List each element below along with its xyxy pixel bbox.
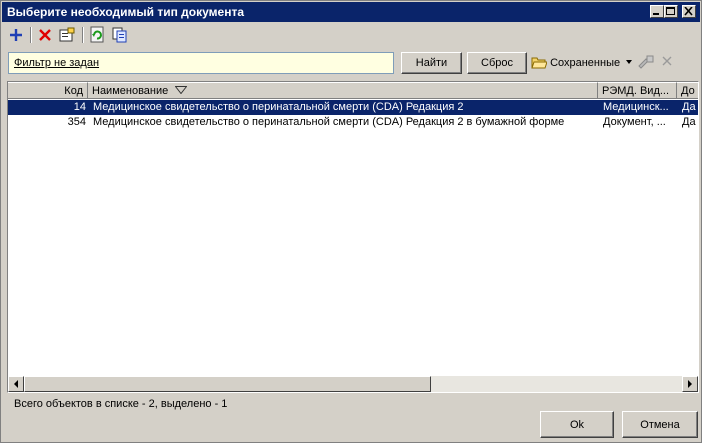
column-header-code-label: Код [64, 85, 83, 97]
arrow-right-icon [688, 380, 692, 388]
column-header-remd[interactable]: РЭМД. Вид... [598, 82, 677, 99]
column-header-name[interactable]: Наименование [88, 82, 598, 99]
column-header-name-label: Наименование [92, 85, 169, 97]
delete-button[interactable] [36, 26, 54, 44]
status-text: Всего объектов в списке - 2, выделено - … [14, 398, 228, 410]
add-button[interactable] [7, 26, 25, 44]
column-header-extra[interactable]: До [677, 82, 698, 99]
cell-extra: Да [682, 116, 696, 128]
filter-link[interactable]: Фильтр не задан [14, 57, 99, 69]
dropdown-arrow-icon [626, 60, 633, 64]
refresh-button[interactable] [89, 26, 107, 44]
refresh-icon [90, 26, 104, 43]
scroll-left-button[interactable] [8, 376, 24, 392]
properties-icon [59, 27, 75, 42]
cell-remd: Документ, ... [603, 116, 666, 128]
table-row[interactable]: 354 Медицинское свидетельство о перината… [8, 115, 698, 130]
saved-folder-icon [531, 57, 548, 69]
close-icon [684, 7, 693, 16]
reset-button[interactable]: Сброс [467, 52, 527, 74]
clear-saved-button[interactable] [661, 55, 673, 70]
copy-icon [112, 27, 127, 43]
filter-bar: Фильтр не задан Найти Сброс Сохраненные [1, 49, 701, 77]
close-button[interactable] [682, 5, 696, 18]
filter-field[interactable]: Фильтр не задан [8, 52, 394, 74]
ok-button[interactable]: Ok [540, 411, 614, 438]
minimize-icon [653, 13, 659, 15]
toolbar-separator [82, 27, 84, 43]
column-header-code[interactable]: Код [8, 82, 88, 99]
minimize-button[interactable] [650, 5, 664, 18]
cell-code: 354 [67, 116, 86, 128]
saved-label: Сохраненные [550, 57, 621, 69]
scrollbar-thumb[interactable] [24, 376, 431, 392]
cell-name: Медицинское свидетельство о перинатально… [93, 101, 464, 113]
find-button[interactable]: Найти [401, 52, 462, 74]
table-header: Код Наименование РЭМД. Вид... До [8, 82, 698, 100]
horizontal-scrollbar[interactable] [8, 376, 698, 392]
document-types-table[interactable]: Код Наименование РЭМД. Вид... До 14 Меди… [7, 81, 699, 393]
clear-icon [662, 56, 672, 66]
cancel-button[interactable]: Отмена [622, 411, 698, 438]
table-row[interactable]: 14 Медицинское свидетельство о перинатал… [8, 100, 698, 115]
scroll-right-button[interactable] [682, 376, 698, 392]
saved-settings-button[interactable] [637, 54, 655, 73]
window-title: Выберите необходимый тип документа [7, 5, 244, 19]
delete-icon [39, 29, 51, 41]
cell-code: 14 [73, 101, 86, 113]
cell-extra: Да [682, 101, 696, 113]
saved-filters-button[interactable]: Сохраненные [531, 55, 633, 73]
cell-name: Медицинское свидетельство о перинатально… [93, 116, 565, 128]
add-icon [10, 29, 22, 41]
sort-desc-icon [174, 86, 188, 95]
dialog-window: Выберите необходимый тип документа Фильт… [0, 0, 702, 443]
title-bar[interactable]: Выберите необходимый тип документа [2, 2, 700, 22]
properties-button[interactable] [58, 26, 76, 44]
column-header-extra-label: До [681, 85, 695, 97]
maximize-button[interactable] [664, 5, 678, 18]
maximize-icon [666, 7, 675, 15]
column-header-remd-label: РЭМД. Вид... [602, 85, 670, 97]
copy-button[interactable] [111, 26, 129, 44]
arrow-left-icon [14, 380, 18, 388]
saved-settings-icon [638, 55, 654, 69]
toolbar-separator [30, 27, 32, 43]
toolbar [1, 23, 701, 47]
cell-remd: Медицинск... [603, 101, 669, 113]
